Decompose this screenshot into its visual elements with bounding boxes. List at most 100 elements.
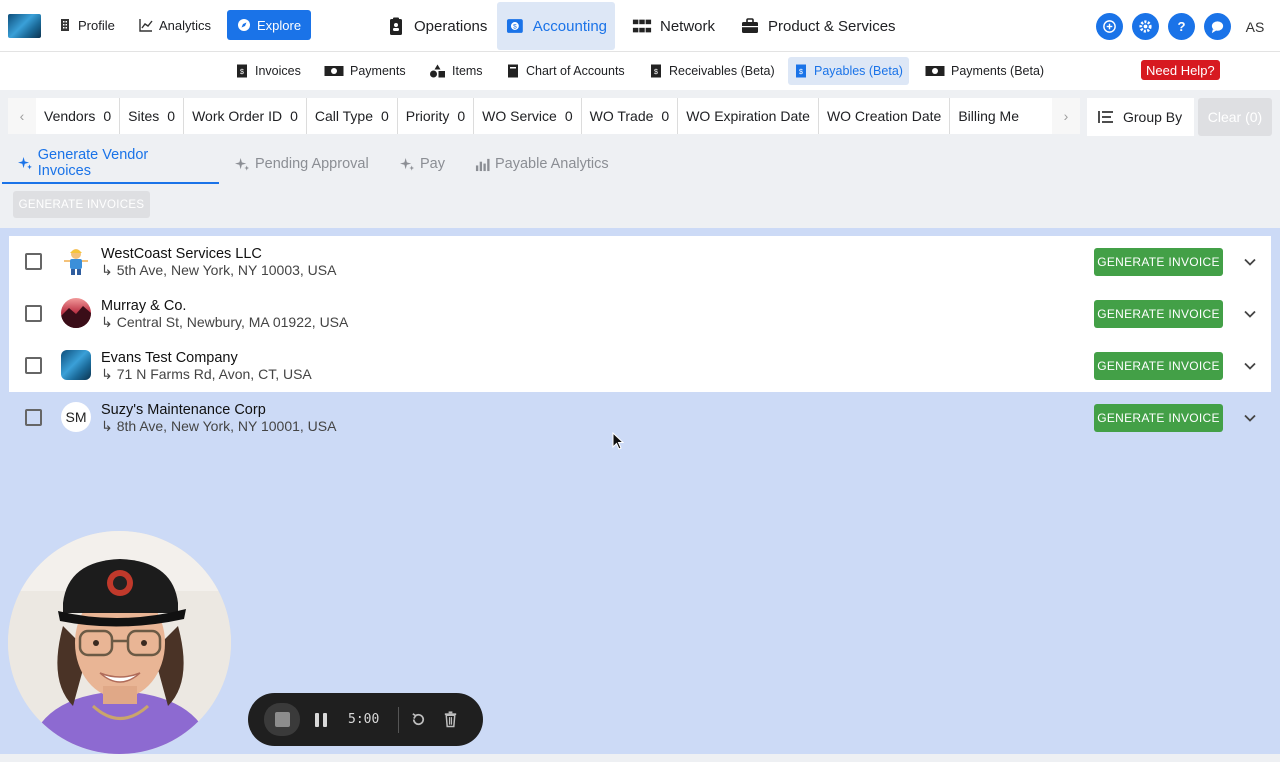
subnav-items-label: Items — [452, 64, 483, 78]
clipboard-icon — [390, 17, 402, 35]
restart-icon[interactable] — [410, 711, 427, 728]
chat-bubble-icon — [1211, 21, 1224, 34]
nav-network[interactable]: Network — [624, 2, 723, 50]
trash-icon[interactable] — [442, 710, 459, 728]
svg-text:$: $ — [799, 69, 803, 76]
filter-count: 0 — [564, 108, 573, 124]
nav-analytics[interactable]: Analytics — [133, 10, 217, 40]
landscape-icon — [61, 306, 91, 328]
webcam-bubble[interactable] — [8, 531, 231, 754]
vendor-address-text: Central St, Newbury, MA 01922, USA — [116, 314, 349, 330]
shapes-icon — [430, 64, 445, 78]
tab-generate-vendor-invoices[interactable]: Generate Vendor Invoices — [2, 144, 219, 184]
filter-label: Work Order ID — [192, 108, 283, 124]
filter-priority[interactable]: Priority 0 — [398, 98, 475, 134]
payable-icon: $ — [796, 64, 806, 78]
filter-label: Priority — [405, 108, 450, 124]
vendor-row[interactable]: Murray & Co. ↳ Central St, Newbury, MA 01… — [9, 288, 1271, 340]
filter-call-type[interactable]: Call Type 0 — [307, 98, 398, 134]
chevron-down-icon[interactable] — [1241, 409, 1259, 427]
row-checkbox[interactable] — [25, 409, 42, 426]
vendor-avatar — [61, 350, 91, 380]
filter-scroll-right[interactable]: › — [1052, 98, 1080, 134]
filter-label: WO Expiration Date — [686, 108, 810, 124]
network-icon — [632, 19, 652, 33]
tab-payable-analytics[interactable]: Payable Analytics — [459, 144, 625, 184]
subnav-invoices[interactable]: $ Invoices — [229, 57, 307, 85]
filter-count: 0 — [661, 108, 670, 124]
filter-wo-service[interactable]: WO Service 0 — [474, 98, 582, 134]
generate-invoice-button[interactable]: GENERATE INVOICE — [1094, 248, 1223, 276]
chevron-down-icon[interactable] — [1241, 305, 1259, 323]
nav-operations-label: Operations — [414, 17, 488, 35]
subnav-payments-beta[interactable]: Payments (Beta) — [919, 57, 1050, 85]
nav-profile[interactable]: Profile — [52, 10, 121, 40]
address-arrow-icon: ↳ — [101, 366, 113, 382]
filter-count: 0 — [103, 108, 112, 124]
settings-button[interactable] — [1132, 13, 1159, 40]
generate-invoice-button[interactable]: GENERATE INVOICE — [1094, 352, 1223, 380]
question-icon: ? — [1177, 19, 1185, 34]
need-help-button[interactable]: Need Help? — [1141, 60, 1220, 80]
subnav-payables-label: Payables (Beta) — [814, 64, 903, 78]
nav-operations[interactable]: Operations — [378, 2, 495, 50]
filter-sites[interactable]: Sites 0 — [120, 98, 185, 134]
nav-explore[interactable]: Explore — [227, 10, 312, 40]
generate-invoice-button[interactable]: GENERATE INVOICE — [1094, 404, 1223, 432]
clear-filters-button[interactable]: Clear (0) — [1198, 98, 1272, 136]
quick-add-button[interactable] — [1096, 13, 1123, 40]
nav-product-services[interactable]: Product & Services — [732, 2, 904, 50]
address-arrow-icon: ↳ — [101, 314, 113, 330]
chevron-down-icon[interactable] — [1241, 357, 1259, 375]
subnav-payables[interactable]: $ Payables (Beta) — [788, 57, 909, 85]
vendor-name: Suzy's Maintenance Corp — [101, 402, 266, 418]
briefcase-icon — [742, 18, 758, 33]
svg-text:$: $ — [513, 23, 517, 30]
chevron-down-icon[interactable] — [1241, 253, 1259, 271]
vendor-address-text: 71 N Farms Rd, Avon, CT, USA — [116, 366, 312, 382]
filter-work-order-id[interactable]: Work Order ID 0 — [184, 98, 307, 134]
subnav-invoices-label: Invoices — [255, 64, 301, 78]
company-logo[interactable] — [8, 14, 41, 38]
filter-label: WO Creation Date — [826, 108, 942, 124]
row-checkbox[interactable] — [25, 357, 42, 374]
tab-pending-approval[interactable]: Pending Approval — [219, 144, 385, 184]
nav-analytics-label: Analytics — [159, 17, 212, 33]
accounting-icon: $ — [506, 19, 523, 33]
presenter-video — [8, 531, 231, 754]
nav-accounting[interactable]: $ Accounting — [497, 2, 615, 50]
sparkle-icon — [400, 157, 415, 171]
subnav-payments-label: Payments — [350, 64, 406, 78]
action-bar: GENERATE INVOICES — [0, 184, 1280, 228]
receivable-icon: $ — [651, 64, 661, 78]
filter-scroll-left[interactable]: ‹ — [8, 98, 36, 134]
help-button[interactable]: ? — [1168, 13, 1195, 40]
subnav-chart-of-accounts-label: Chart of Accounts — [526, 64, 625, 78]
tab-pay[interactable]: Pay — [384, 144, 461, 184]
stop-recording-button[interactable] — [264, 703, 300, 736]
subnav-chart-of-accounts[interactable]: Chart of Accounts — [500, 57, 631, 85]
row-checkbox[interactable] — [25, 305, 42, 322]
filter-wo-expiration-date[interactable]: WO Expiration Date — [678, 98, 819, 134]
filter-label: Sites — [128, 108, 160, 124]
user-avatar[interactable]: AS — [1241, 13, 1269, 41]
subnav-payments[interactable]: Payments — [318, 57, 412, 85]
subnav-items[interactable]: Items — [423, 57, 489, 85]
filter-wo-trade[interactable]: WO Trade 0 — [582, 98, 679, 134]
row-checkbox[interactable] — [25, 253, 42, 270]
vendor-row[interactable]: SM Suzy's Maintenance Corp ↳ 8th Ave, New… — [9, 392, 1271, 444]
vendor-row[interactable]: Evans Test Company ↳ 71 N Farms Rd, Avon,… — [9, 340, 1271, 392]
filter-vendors[interactable]: Vendors 0 — [36, 98, 121, 134]
generate-invoice-button[interactable]: GENERATE INVOICE — [1094, 300, 1223, 328]
chevron-right-icon: › — [1063, 108, 1069, 124]
subnav-receivables[interactable]: $ Receivables (Beta) — [643, 57, 781, 85]
vendor-row[interactable]: WestCoast Services LLC ↳ 5th Ave, New Yor… — [9, 236, 1271, 288]
filter-wo-creation-date[interactable]: WO Creation Date — [819, 98, 951, 134]
chart-line-icon — [139, 19, 153, 32]
generate-invoices-button[interactable]: GENERATE INVOICES — [13, 191, 150, 218]
pause-icon[interactable] — [312, 711, 330, 729]
chat-button[interactable] — [1204, 13, 1231, 40]
filter-billing-method[interactable]: Billing Me — [950, 98, 1027, 134]
vendor-address: ↳ 71 N Farms Rd, Avon, CT, USA — [101, 366, 312, 383]
group-by-button[interactable]: Group By — [1087, 98, 1194, 136]
